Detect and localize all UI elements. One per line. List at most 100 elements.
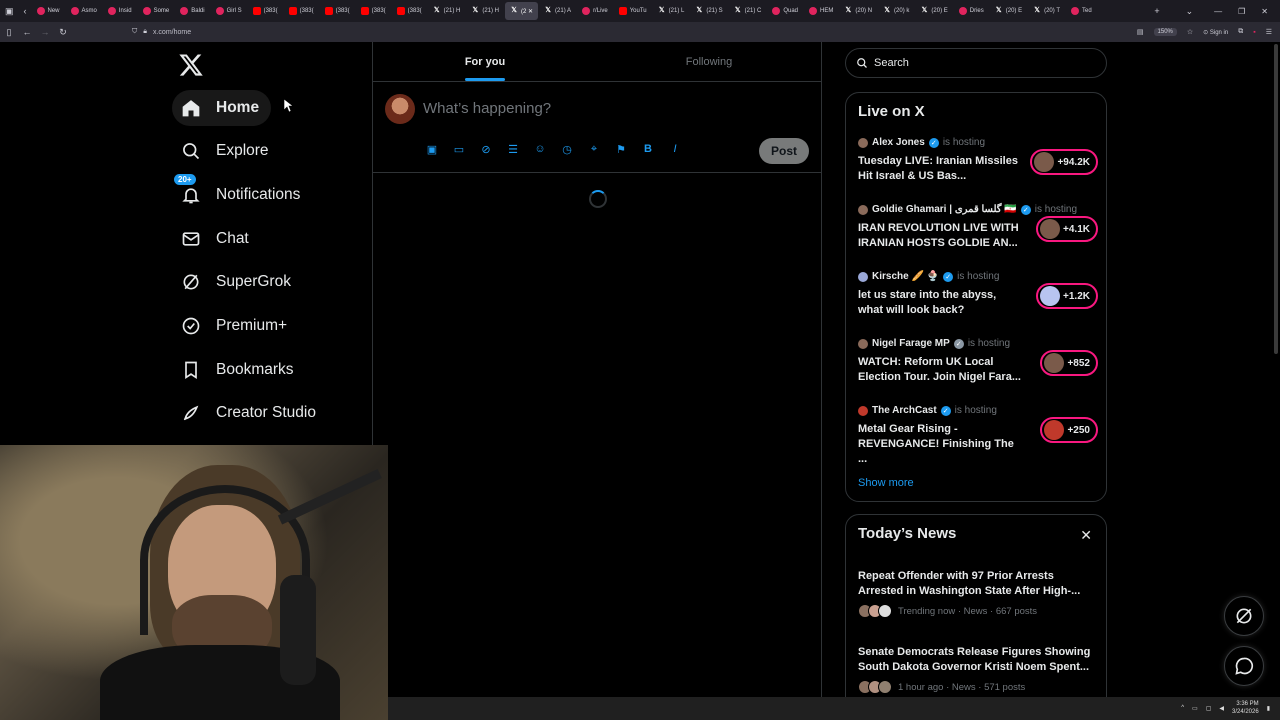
schedule-icon[interactable]: ◷ xyxy=(558,140,576,158)
browser-tab[interactable]: 𝕏 (21) C xyxy=(729,2,767,20)
minimize-button[interactable]: — xyxy=(1214,7,1222,16)
x-favicon-icon: 𝕏 xyxy=(658,7,665,14)
live-listener-pill[interactable]: +94.2K xyxy=(1030,149,1098,175)
emoji-icon[interactable]: ☺ xyxy=(531,140,549,158)
bold-icon[interactable]: B xyxy=(639,140,657,158)
browser-tab[interactable]: 𝕏 (2 ✕ xyxy=(505,2,539,20)
close-icon[interactable]: ✕ xyxy=(1080,527,1092,544)
browser-tab[interactable]: 𝕏 (21) A xyxy=(539,2,576,20)
browser-tab[interactable]: New xyxy=(32,2,65,20)
news-item[interactable]: Senate Democrats Release Figures Showing… xyxy=(858,645,1098,694)
italic-icon[interactable]: I xyxy=(666,140,684,158)
browser-tab[interactable]: 𝕏 (21) H xyxy=(428,2,466,20)
sidebar-toggle-icon[interactable]: ▯ xyxy=(0,27,18,38)
browser-tab[interactable]: (383( xyxy=(284,2,319,20)
browser-tab[interactable]: (383( xyxy=(248,2,283,20)
browser-tab[interactable]: 𝕏 (21) L xyxy=(653,2,690,20)
tab-following[interactable]: Following xyxy=(597,42,821,81)
network-icon[interactable]: ▭ xyxy=(1192,705,1198,712)
extensions-icon[interactable]: ⧉ xyxy=(1238,28,1243,36)
browser-tab[interactable]: r/Live xyxy=(577,2,613,20)
live-item[interactable]: Nigel Farage MP ✓ is hosting WATCH: Reform… xyxy=(858,338,1098,398)
browser-tab[interactable]: YouTu xyxy=(614,2,652,20)
browser-tab[interactable]: 𝕏 (21) H xyxy=(466,2,504,20)
live-item[interactable]: Kirsche 🥖 🍨 ✓ is hosting let us stare into… xyxy=(858,271,1098,331)
flag-icon[interactable]: ⚑ xyxy=(612,140,630,158)
tray-chevron-icon[interactable]: ^ xyxy=(1181,705,1184,711)
browser-tab[interactable]: (383( xyxy=(356,2,391,20)
grok-button[interactable] xyxy=(1224,596,1264,636)
chat-button[interactable] xyxy=(1224,646,1264,686)
x-logo-icon[interactable] xyxy=(178,52,204,78)
url-bar[interactable]: ⛉ 🔒︎ x.com/home xyxy=(132,25,1132,39)
live-listener-pill[interactable]: +852 xyxy=(1040,350,1098,376)
image-icon[interactable]: ▣ xyxy=(423,140,441,158)
sidebar-item-bookmarks[interactable]: Bookmarks xyxy=(172,352,306,388)
sidebar-item-supergrok[interactable]: SuperGrok xyxy=(172,264,303,300)
zoom-level[interactable]: 150% xyxy=(1153,28,1177,36)
browser-tab[interactable]: Ted xyxy=(1066,2,1097,20)
browser-tab[interactable]: 𝕏 (20) E xyxy=(990,2,1027,20)
notification-center-icon[interactable]: ▮ xyxy=(1267,705,1270,712)
sidebar-item-creator-studio[interactable]: Creator Studio xyxy=(172,395,328,431)
news-item[interactable]: Repeat Offender with 97 Prior Arrests Ar… xyxy=(858,569,1098,618)
browser-tab[interactable]: Insid xyxy=(103,2,137,20)
forward-button[interactable]: → xyxy=(36,27,54,37)
browser-tab[interactable]: Asmo xyxy=(66,2,102,20)
live-listener-pill[interactable]: +4.1K xyxy=(1036,216,1098,242)
extension-red-icon[interactable]: ▪ xyxy=(1253,29,1255,36)
menu-icon[interactable]: ☰ xyxy=(1266,28,1272,36)
poll-icon[interactable]: ☰ xyxy=(504,140,522,158)
browser-tab[interactable]: 𝕏 (21) S xyxy=(690,2,727,20)
reload-button[interactable]: ↻ xyxy=(54,27,72,38)
browser-tab[interactable]: HEM xyxy=(804,2,838,20)
live-listener-pill[interactable]: +250 xyxy=(1040,417,1098,443)
tab-list-icon[interactable]: ▣ xyxy=(0,6,19,17)
browser-tab[interactable]: Dries xyxy=(954,2,989,20)
maximize-button[interactable]: ❐ xyxy=(1238,7,1245,16)
browser-tab[interactable]: Baldi xyxy=(175,2,209,20)
new-tab-button[interactable]: + xyxy=(1149,6,1164,16)
reader-view-icon[interactable]: ▤ xyxy=(1137,28,1144,36)
os-taskbar: ^ ▭ ▢ ◀ 3:36 PM 3/24/2026 ▮ xyxy=(388,697,1280,720)
url-text[interactable]: x.com/home xyxy=(153,29,191,36)
clock[interactable]: 3:36 PM 3/24/2026 xyxy=(1232,700,1259,716)
volume-icon[interactable]: ◀ xyxy=(1219,705,1224,712)
sidebar-item-premium[interactable]: Premium+ xyxy=(172,308,299,344)
avatar[interactable] xyxy=(385,94,415,124)
sidebar-item-home[interactable]: Home xyxy=(172,90,272,126)
live-item[interactable]: The ArchCast ✓ is hosting Metal Gear Risin… xyxy=(858,405,1098,465)
sidebar-item-explore[interactable]: Explore xyxy=(172,133,281,169)
browser-tab[interactable]: 𝕏 (20) T xyxy=(1028,2,1065,20)
browser-tab[interactable]: (383( xyxy=(320,2,355,20)
grok-icon[interactable]: ⊘ xyxy=(477,140,495,158)
browser-tab[interactable]: Girl S xyxy=(211,2,247,20)
show-more-link[interactable]: Show more xyxy=(858,477,914,489)
browser-tab[interactable]: 𝕏 (20) E xyxy=(915,2,952,20)
browser-tab[interactable]: (383( xyxy=(392,2,427,20)
browser-tab[interactable]: 𝕏 (20) k xyxy=(878,2,914,20)
live-item[interactable]: Alex Jones ✓ is hosting Tuesday LIVE: Iran… xyxy=(858,137,1098,197)
sidebar-item-notifications[interactable]: 20+ Notifications xyxy=(172,174,312,213)
back-tabs-icon[interactable]: ‹ xyxy=(19,6,32,16)
tab-for-you[interactable]: For you xyxy=(373,42,597,81)
live-listener-pill[interactable]: +1.2K xyxy=(1036,283,1098,309)
tab-overflow-icon[interactable]: ⌄ xyxy=(1181,6,1199,17)
shield-icon[interactable]: ⛉ xyxy=(132,28,137,36)
browser-tab[interactable]: 𝕏 (20) N xyxy=(839,2,877,20)
location-icon[interactable]: ⌖ xyxy=(585,140,603,158)
browser-tab[interactable]: Quad xyxy=(767,2,803,20)
sign-in-button[interactable]: ⊙ Sign in xyxy=(1203,29,1228,36)
live-item[interactable]: Goldie Ghamari | گلسا قمری 🇮🇷 ✓ is hosting… xyxy=(858,204,1098,264)
search-input[interactable]: Search xyxy=(845,48,1107,78)
sidebar-item-chat[interactable]: Chat xyxy=(172,221,261,257)
gif-icon[interactable]: ▭ xyxy=(450,140,468,158)
bookmark-star-icon[interactable]: ☆ xyxy=(1187,28,1193,36)
close-window-button[interactable]: ✕ xyxy=(1261,7,1268,16)
browser-tab[interactable]: Some xyxy=(138,2,175,20)
page-scrollbar[interactable] xyxy=(1274,44,1278,354)
display-icon[interactable]: ▢ xyxy=(1206,705,1212,712)
compose-input[interactable]: What’s happening? xyxy=(423,100,551,117)
back-button[interactable]: ← xyxy=(18,27,36,37)
post-button[interactable]: Post xyxy=(759,138,809,164)
